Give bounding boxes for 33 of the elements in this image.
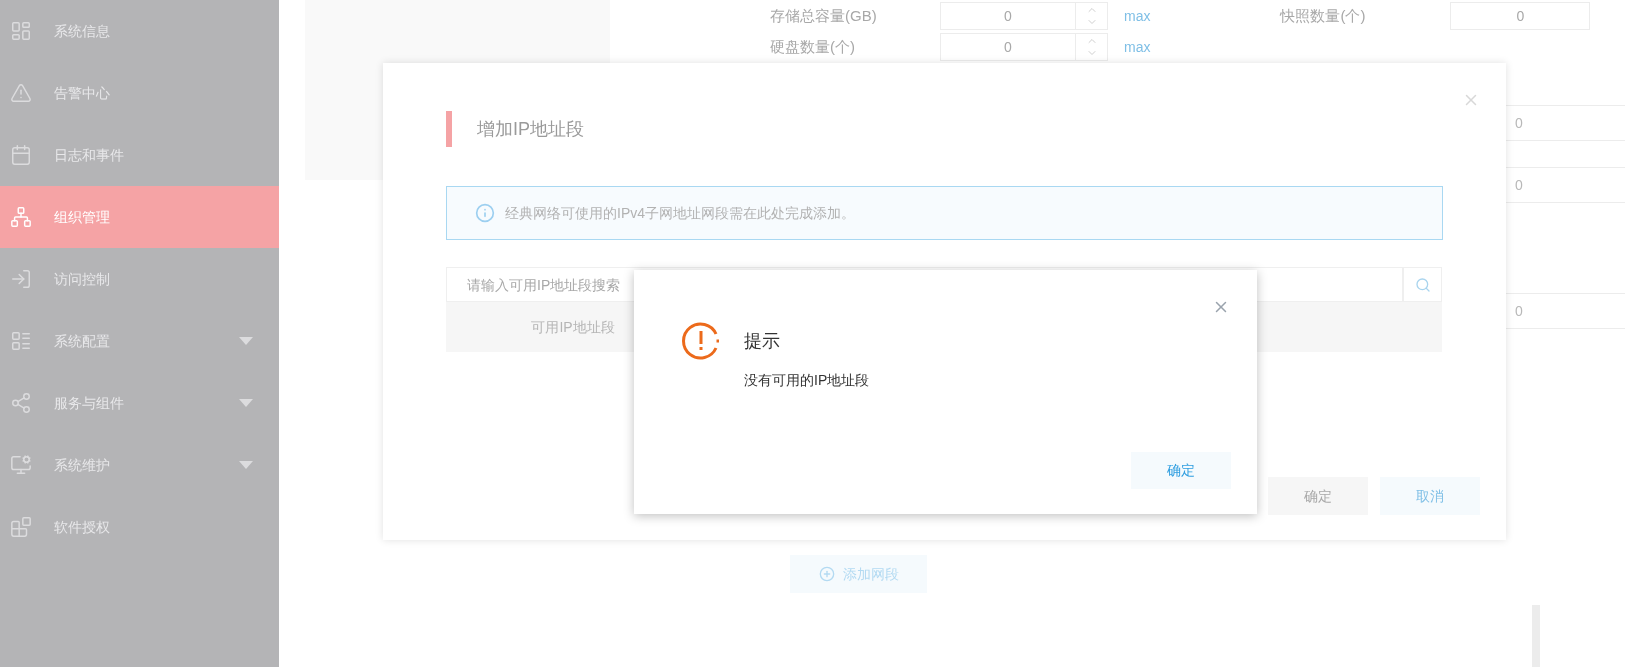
alert-title: 提示 bbox=[744, 329, 780, 353]
blocks-icon bbox=[10, 516, 32, 538]
dashboard-icon bbox=[10, 20, 32, 42]
column-header: 可用IP地址段 bbox=[530, 317, 616, 337]
info-icon bbox=[475, 203, 495, 223]
list-icon bbox=[10, 330, 32, 352]
number-field[interactable]: 0 bbox=[940, 2, 1108, 30]
max-link[interactable]: max bbox=[1124, 5, 1151, 27]
network-icon bbox=[10, 206, 32, 228]
dialog-button[interactable]: 取消 bbox=[1380, 477, 1480, 515]
calendar-icon bbox=[10, 144, 32, 166]
number-field[interactable]: 0 bbox=[940, 33, 1108, 61]
sidebar-item[interactable]: 组织管理 bbox=[0, 186, 279, 248]
plus-circle-icon bbox=[818, 566, 835, 582]
search-field[interactable]: 请输入可用IP地址段搜索 bbox=[446, 267, 1403, 302]
search-icon bbox=[1414, 276, 1431, 293]
title-accent-bar bbox=[446, 111, 452, 147]
warning-icon bbox=[682, 322, 720, 360]
alert-message: 没有可用的IP地址段 bbox=[744, 371, 871, 390]
add-segment-button[interactable]: 添加网段 bbox=[790, 555, 927, 593]
monitor-gear-icon bbox=[10, 454, 32, 476]
search-button[interactable] bbox=[1403, 267, 1442, 302]
field-label: 快照数量(个) bbox=[1280, 5, 1367, 26]
info-text: 经典网络可使用的IPv4子网地址网段需在此处完成添加。 bbox=[505, 203, 855, 223]
field-label: 存储总容量(GB) bbox=[770, 5, 878, 26]
number-field[interactable]: 0 bbox=[1450, 2, 1591, 30]
warning-icon bbox=[10, 82, 32, 104]
max-link[interactable]: max bbox=[1124, 36, 1151, 58]
dialog-title: 增加IP地址段 bbox=[477, 117, 584, 141]
field-label: 硬盘数量(个) bbox=[770, 36, 856, 57]
confirm-button[interactable]: 确定 bbox=[1131, 452, 1231, 489]
login-icon bbox=[10, 268, 32, 290]
nodes-icon bbox=[10, 392, 32, 414]
